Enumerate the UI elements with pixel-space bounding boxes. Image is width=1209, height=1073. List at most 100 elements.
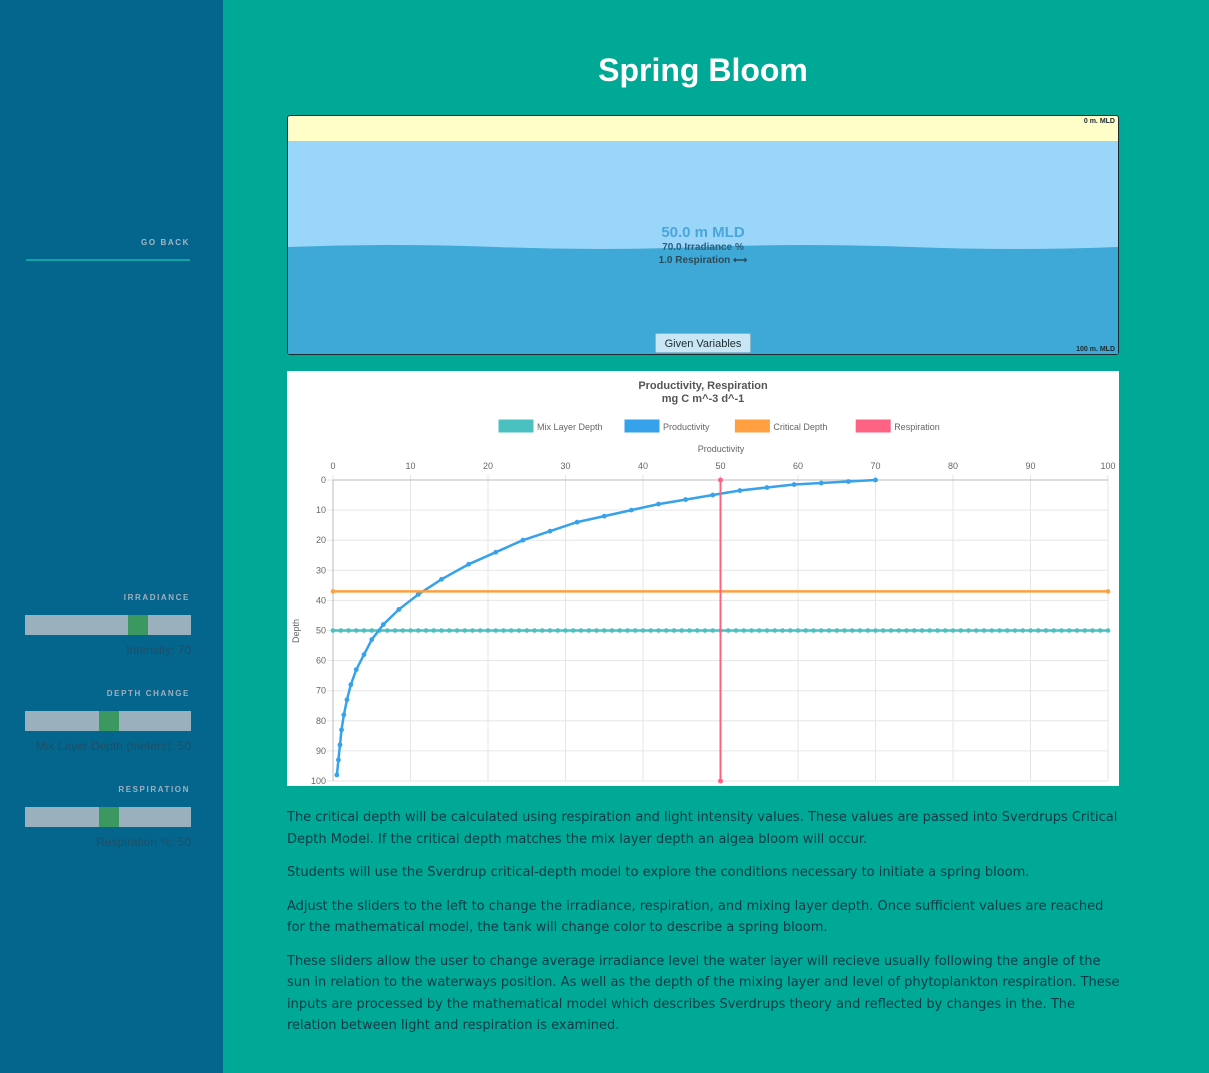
productivity-line [335, 478, 876, 776]
sidebar: GO BACK IRRADIANCE Intensity: 70 DEPTH C… [0, 0, 223, 1073]
mix-layer-depth-point [609, 628, 615, 633]
mix-layer-depth-point [625, 628, 630, 633]
depth-change-slider[interactable] [25, 711, 191, 731]
given-variables-button[interactable]: Given Variables [655, 333, 751, 353]
mix-layer-depth-point [950, 628, 956, 633]
respiration-slider-thumb[interactable] [99, 807, 119, 827]
mix-layer-depth-point [865, 628, 871, 633]
mix-layer-depth-point [446, 628, 452, 633]
mix-layer-depth-point [842, 628, 847, 633]
mix-layer-depth-point [1097, 628, 1103, 633]
mix-layer-depth-point [702, 628, 708, 633]
depth-change-value: Mix Layer Depth (meters): 50 [35, 739, 191, 753]
mix-layer-depth-point [710, 628, 716, 633]
description: The critical depth will be calculated us… [287, 807, 1123, 1049]
y-tick-label: 30 [316, 565, 326, 575]
y-tick-label: 50 [316, 626, 326, 636]
legend-swatch [498, 419, 534, 433]
mix-layer-depth-point [1043, 628, 1049, 633]
mix-layer-depth-point [873, 628, 878, 633]
mix-layer-depth-point [1066, 628, 1072, 633]
productivity-point [737, 488, 743, 493]
respiration-point [718, 778, 723, 784]
mix-layer-depth-point [330, 628, 336, 633]
legend-label: Respiration [894, 422, 940, 432]
chart-legend: Mix Layer Depth Productivity Critical Dept… [498, 419, 940, 433]
mix-layer-depth-point [733, 628, 739, 633]
productivity-point [601, 513, 607, 519]
mix-layer-depth-point [578, 628, 584, 633]
mix-layer-depth-point [834, 628, 840, 633]
y-tick-label: 20 [316, 535, 326, 545]
legend-label: Critical Depth [773, 422, 827, 432]
respiration-slider[interactable] [25, 807, 191, 827]
legend-swatch [855, 419, 891, 433]
x-tick-label: 30 [560, 461, 570, 471]
chart-grid [327, 475, 1109, 782]
x-axis-label: Productivity [698, 444, 745, 454]
x-tick-label: 80 [948, 461, 958, 471]
productivity-point [628, 507, 634, 513]
mix-layer-depth-point [780, 628, 785, 633]
mix-layer-depth-point [570, 628, 576, 633]
chart-title: Productivity, Respiration [638, 380, 768, 392]
irradiance-slider-thumb[interactable] [128, 615, 148, 635]
mix-layer-depth-point [408, 628, 413, 633]
productivity-point [439, 576, 444, 582]
legend-label: Productivity [663, 422, 710, 432]
mix-layer-depth-point [663, 628, 669, 633]
mix-layer-depth-point [640, 628, 646, 633]
tank-respiration-text: 1.0 Respiration ⟷ [658, 255, 748, 266]
mix-layer-depth-point [361, 628, 367, 633]
mix-layer-depth-point [966, 628, 971, 633]
productivity-point [764, 485, 770, 490]
mix-layer-depth-point [454, 628, 460, 633]
mix-layer-depth-point [462, 628, 468, 633]
mix-layer-depth-point [997, 628, 1002, 633]
go-back-link[interactable]: GO BACK [26, 238, 190, 247]
mix-layer-depth-point [338, 628, 344, 633]
mix-layer-depth-point [392, 628, 398, 633]
mix-layer-depth-point [555, 628, 561, 633]
productivity-point [683, 497, 689, 502]
page-title: Spring Bloom [598, 52, 808, 88]
productivity-point [873, 477, 878, 483]
mix-layer-depth-point [694, 628, 700, 633]
respiration-title: RESPIRATION [118, 785, 190, 794]
mix-layer-depth-point [586, 628, 592, 633]
mix-layer-depth-point [1012, 628, 1018, 633]
irradiance-value: Intensity: 70 [126, 643, 191, 657]
mix-layer-depth-point [826, 628, 832, 633]
depth-change-slider-thumb[interactable] [99, 711, 119, 731]
tank-irradiance-text: 70.0 Irradiance % [662, 242, 744, 253]
irradiance-slider[interactable] [25, 615, 191, 635]
productivity-point [348, 682, 354, 688]
mix-layer-depth-point [431, 628, 437, 633]
x-tick-label: 70 [870, 461, 880, 471]
mix-layer-depth-point [849, 628, 855, 633]
mix-layer-depth-point [1074, 628, 1080, 633]
x-tick-label: 50 [715, 461, 725, 471]
mix-layer-depth-point [539, 628, 545, 633]
productivity-point [353, 667, 359, 673]
mix-layer-depth-point [880, 628, 886, 633]
mix-layer-depth-point [524, 628, 530, 633]
productivity-point [574, 519, 580, 525]
chart-svg: Productivity, Respiration mg C m^-3 d^-1… [291, 380, 1116, 786]
mix-layer-depth-point [795, 628, 801, 633]
mix-layer-depth-point [919, 628, 925, 633]
mix-layer-depth-point [439, 628, 444, 633]
mix-layer-depth-point [981, 628, 987, 633]
productivity-point [845, 479, 851, 484]
mix-layer-depth-point [617, 628, 623, 633]
mix-layer-depth-point [942, 628, 948, 633]
y-tick-label: 60 [316, 656, 326, 666]
productivity-point [818, 480, 824, 486]
chart-marks [330, 477, 1111, 784]
productivity-point [337, 742, 343, 748]
x-tick-label: 20 [483, 461, 493, 471]
productivity-point [336, 757, 341, 763]
productivity-chart: Productivity, Respiration mg C m^-3 d^-1… [287, 371, 1119, 786]
critical-depth-point [1105, 589, 1111, 594]
x-tick-label: 60 [793, 461, 803, 471]
